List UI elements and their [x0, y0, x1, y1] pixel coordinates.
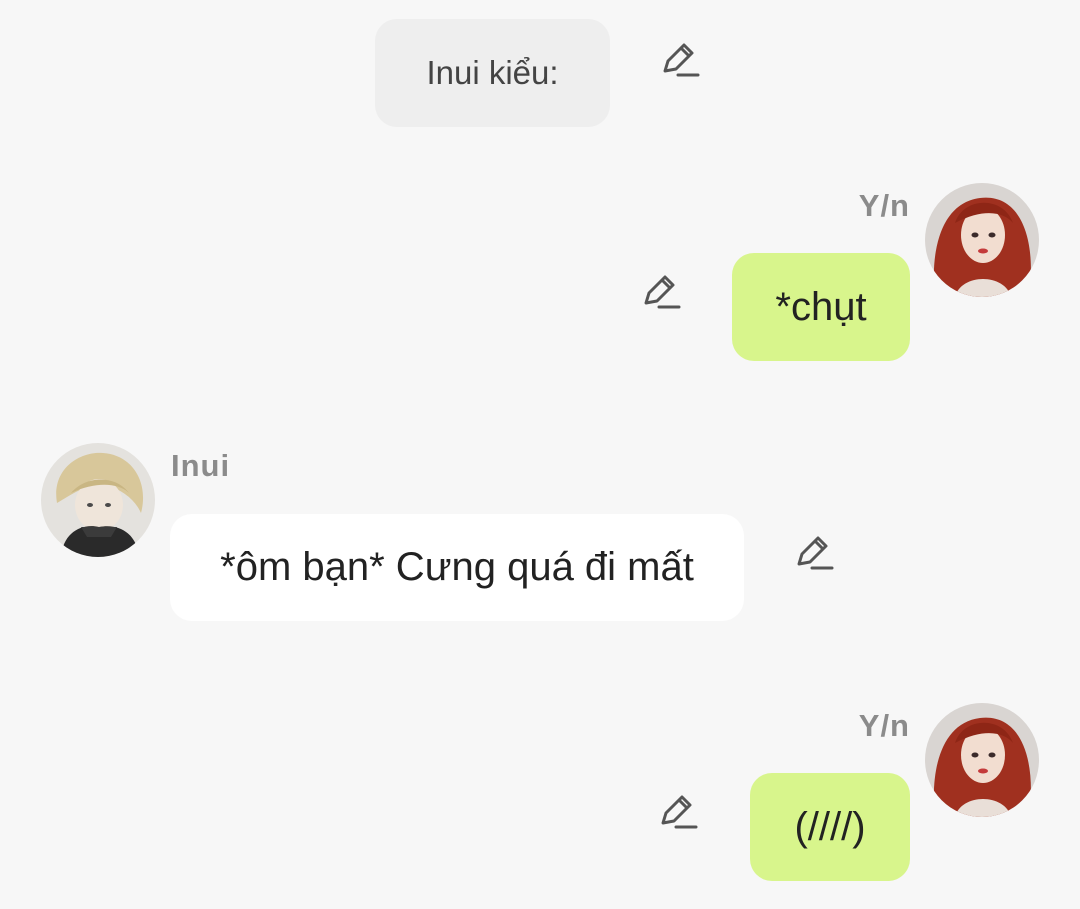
message-text: *chụt — [775, 284, 867, 329]
message-text: *ôm bạn* Cưng quá đi mất — [220, 545, 694, 589]
message-bubble-outgoing[interactable]: (////) — [750, 773, 910, 881]
avatar-yn[interactable] — [925, 703, 1039, 817]
edit-icon[interactable] — [641, 273, 681, 313]
avatar-yn[interactable] — [925, 183, 1039, 297]
narration-bubble[interactable]: Inui kiểu: — [375, 19, 610, 127]
sender-name: Y/n — [858, 188, 910, 223]
sender-name: Y/n — [858, 708, 910, 743]
avatar-inui[interactable] — [41, 443, 155, 557]
message-bubble-incoming[interactable]: *ôm bạn* Cưng quá đi mất — [170, 514, 744, 621]
message-bubble-outgoing[interactable]: *chụt — [732, 253, 910, 361]
sender-name: Inui — [171, 448, 231, 483]
edit-icon[interactable] — [794, 534, 834, 574]
edit-icon[interactable] — [658, 793, 698, 833]
edit-icon[interactable] — [660, 41, 700, 81]
narration-text: Inui kiểu: — [426, 54, 559, 91]
message-text: (////) — [794, 804, 866, 849]
